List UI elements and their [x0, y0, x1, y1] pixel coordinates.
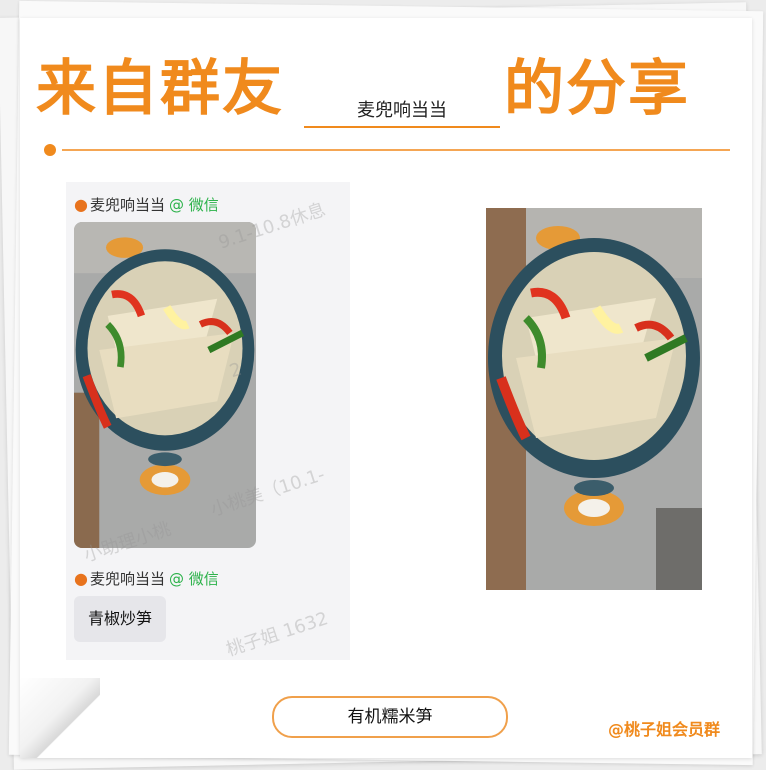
dish-photo[interactable]: [486, 208, 702, 590]
divider-line: [62, 149, 730, 151]
wechat-source: @ 微信: [168, 570, 219, 588]
group-tag: @桃子姐会员群: [608, 720, 721, 739]
divider-dot: [44, 144, 56, 156]
title-from-group: 来自群友: [36, 54, 284, 124]
chat-screenshot: ● 麦兜响当当 @ 微信 ● 麦兜响当当 @ 微信 青椒炒笋: [66, 182, 350, 660]
member-name: 麦兜响当当: [357, 100, 447, 121]
sender-name: 麦兜响当当: [89, 196, 165, 214]
peach-icon: ●: [74, 569, 88, 588]
member-name-underline: [304, 126, 500, 128]
product-name-pill: 有机糯米笋: [272, 696, 508, 738]
peach-icon: ●: [74, 195, 88, 214]
dish-photo-large: [486, 208, 702, 590]
sender-name: 麦兜响当当: [89, 570, 165, 588]
title-share: 的分享: [504, 54, 690, 124]
chat-sender-row: ● 麦兜响当当 @ 微信: [74, 568, 219, 589]
chat-message-bubble[interactable]: 青椒炒笋: [74, 596, 167, 642]
chat-sender-row: ● 麦兜响当当 @ 微信: [74, 194, 219, 215]
wechat-source: @ 微信: [168, 196, 219, 214]
page-curl: [20, 678, 100, 758]
